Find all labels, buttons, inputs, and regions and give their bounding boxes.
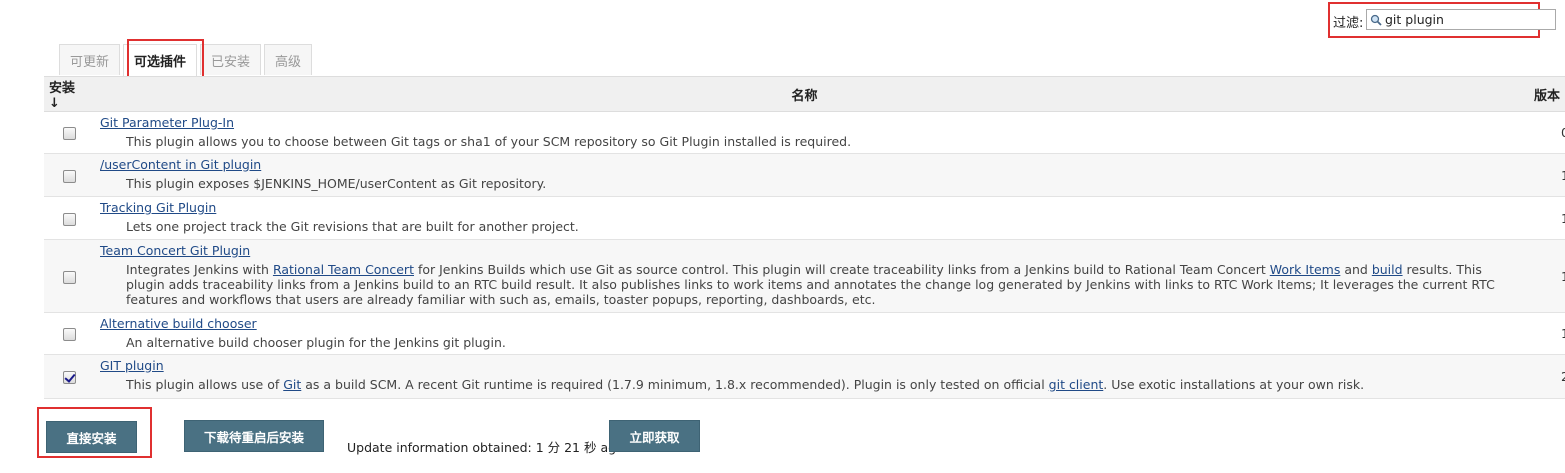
check-now-button[interactable]: 立即获取: [609, 420, 700, 452]
install-checkbox[interactable]: [63, 127, 76, 140]
install-cell: [44, 196, 89, 240]
tab-updates[interactable]: 可更新: [59, 44, 121, 75]
install-checkbox[interactable]: [63, 371, 76, 384]
install-cell: [44, 354, 89, 399]
table-row: /userContent in Git plugin This plugin ex…: [44, 153, 1565, 197]
description-text: and: [1340, 262, 1372, 277]
plugin-description: An alternative build chooser plugin for …: [126, 335, 1520, 350]
plugin-name-link[interactable]: Team Concert Git Plugin: [100, 243, 250, 258]
table-row: Team Concert Git Plugin Integrates Jenkin…: [44, 239, 1565, 313]
tab-installed[interactable]: 已安装: [200, 44, 262, 75]
description-text: . Use exotic installations at your own r…: [1103, 377, 1365, 392]
plugin-name-link[interactable]: Alternative build chooser: [100, 316, 257, 331]
install-cell: [44, 312, 89, 355]
filter-input[interactable]: [1385, 12, 1545, 27]
install-checkbox[interactable]: [63, 328, 76, 341]
name-column-header[interactable]: 名称: [89, 76, 1520, 112]
tab-advanced[interactable]: 高级: [264, 44, 313, 75]
plugin-version: 2.4.0: [1520, 354, 1565, 399]
plugin-description: This plugin allows use of Git as a build…: [126, 377, 1520, 392]
plugin-description: This plugin exposes $JENKINS_HOME/userCo…: [126, 176, 1520, 191]
plugin-name-cell: Alternative build chooser An alternative …: [89, 312, 1520, 355]
table-row: Git Parameter Plug-In This plugin allows …: [44, 111, 1565, 154]
download-install-after-restart-button[interactable]: 下载待重启后安装: [184, 420, 324, 452]
plugin-name-cell: Git Parameter Plug-In This plugin allows …: [89, 111, 1520, 154]
filter-label: 过滤:: [1333, 16, 1364, 31]
description-text: An alternative build chooser plugin for …: [126, 335, 506, 350]
install-without-restart-button[interactable]: 直接安装: [46, 421, 137, 453]
plugin-name-cell: /userContent in Git plugin This plugin ex…: [89, 153, 1520, 197]
plugin-version: 1.0.10: [1520, 239, 1565, 313]
table-row: Tracking Git Plugin Lets one project trac…: [44, 196, 1565, 240]
plugin-name-cell: Team Concert Git Plugin Integrates Jenkin…: [89, 239, 1520, 313]
install-checkbox[interactable]: [63, 212, 76, 226]
plugin-name-cell: GIT plugin This plugin allows use of Git …: [89, 354, 1520, 399]
plugin-version: 0.4.0: [1520, 111, 1565, 154]
plugin-description: This plugin allows you to choose between…: [126, 134, 1520, 149]
plugin-version: 1.1: [1520, 312, 1565, 355]
plugin-name-link[interactable]: Tracking Git Plugin: [100, 200, 216, 215]
description-text: Integrates Jenkins with: [126, 262, 273, 277]
install-cell: [44, 111, 89, 154]
install-cell: [44, 239, 89, 313]
install-checkbox[interactable]: [63, 270, 76, 284]
description-text: This plugin allows use of: [126, 377, 284, 392]
table-row: GIT plugin This plugin allows use of Git …: [44, 354, 1565, 399]
description-text: Lets one project track the Git revisions…: [126, 219, 579, 234]
plugin-version: 1.0: [1520, 196, 1565, 240]
version-column-header[interactable]: 版本: [1520, 76, 1565, 112]
install-column-header[interactable]: 安装 ↓: [44, 76, 89, 112]
plugin-name-cell: Tracking Git Plugin Lets one project trac…: [89, 196, 1520, 240]
description-link[interactable]: git client: [1049, 377, 1104, 392]
tab-highlight-box: [127, 39, 204, 81]
description-link[interactable]: Work Items: [1270, 262, 1341, 277]
plugin-table: 安装 ↓ 名称 版本 Git Parameter Plug-In This plu…: [44, 76, 1565, 399]
table-row: Alternative build chooser An alternative …: [44, 312, 1565, 355]
plugin-version: 1.4: [1520, 153, 1565, 197]
plugin-name-link[interactable]: /userContent in Git plugin: [100, 157, 261, 172]
table-header-row: 安装 ↓ 名称 版本: [44, 76, 1565, 112]
install-checkbox[interactable]: [63, 169, 76, 183]
description-text: This plugin exposes $JENKINS_HOME/userCo…: [126, 176, 547, 191]
description-text: This plugin allows you to choose between…: [126, 134, 852, 149]
filter-field[interactable]: [1366, 9, 1556, 30]
plugin-description: Lets one project track the Git revisions…: [126, 219, 1520, 234]
description-text: as a build SCM. A recent Git runtime is …: [301, 377, 1049, 392]
search-icon: [1370, 14, 1382, 26]
install-cell: [44, 153, 89, 197]
plugin-name-link[interactable]: GIT plugin: [100, 358, 164, 373]
description-text: for Jenkins Builds which use Git as sour…: [413, 262, 1270, 277]
description-link[interactable]: Rational Team Concert: [273, 262, 414, 277]
plugin-name-link[interactable]: Git Parameter Plug-In: [100, 115, 234, 130]
plugin-description: Integrates Jenkins with Rational Team Co…: [126, 262, 1520, 307]
plugin-rows: Git Parameter Plug-In This plugin allows …: [44, 111, 1565, 399]
description-link[interactable]: Git: [283, 377, 301, 392]
update-info-text: Update information obtained: 1 分 21 秒 ag…: [347, 440, 624, 455]
description-link[interactable]: build: [1372, 262, 1403, 277]
